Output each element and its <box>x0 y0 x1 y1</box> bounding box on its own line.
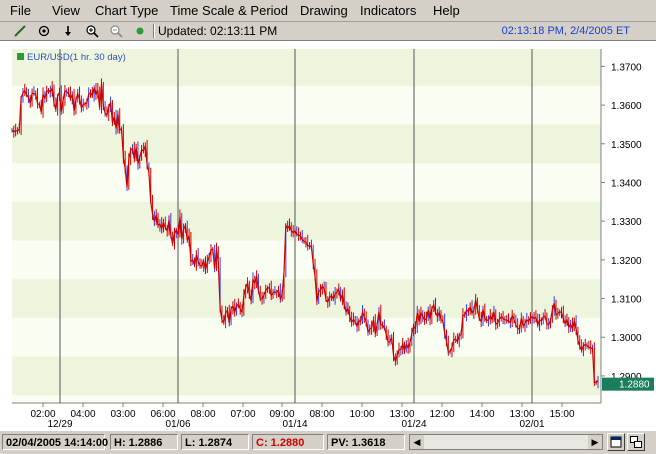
chart-area[interactable]: 12/29 01/06 01/14 01/24 02/01 02:00 04:00 03:00… <box>0 41 656 430</box>
y-tick-label: 1.3100 <box>611 295 642 306</box>
horizontal-scrollbar[interactable]: ◀ ▶ <box>409 434 603 450</box>
time-tick-label: 09:00 <box>269 409 294 420</box>
date-tick-label: 01/14 <box>282 419 307 430</box>
status-pv: PV: 1.3618 <box>327 434 405 450</box>
status-high: H: 1.2886 <box>110 434 178 450</box>
y-tick-label: 1.3600 <box>611 101 642 112</box>
clock-timestamp: 02:13:18 PM, 2/4/2005 ET <box>501 25 630 37</box>
time-tick-label: 08:00 <box>309 409 334 420</box>
zoom-in-icon[interactable] <box>84 23 100 39</box>
time-tick-label: 08:00 <box>190 409 215 420</box>
updated-time: Updated: 02:13:11 PM <box>158 24 278 38</box>
legend-swatch <box>17 53 24 60</box>
menu-view[interactable]: View <box>52 3 80 18</box>
status-close: C: 1.2880 <box>252 434 324 450</box>
scroll-left-icon[interactable]: ◀ <box>410 435 424 449</box>
price-chart[interactable]: 12/29 01/06 01/14 01/24 02/01 02:00 04:00 03:00… <box>0 41 656 430</box>
toolbar-separator <box>153 24 155 38</box>
menu-bar: File View Chart Type Time Scale & Period… <box>0 0 656 22</box>
last-price-label: 1.2880 <box>619 380 650 391</box>
y-tick-label: 1.3500 <box>611 140 642 151</box>
time-tick-label: 07:00 <box>230 409 255 420</box>
crosshair-icon[interactable] <box>36 23 52 39</box>
time-tick-label: 14:00 <box>469 409 494 420</box>
y-tick-label: 1.3200 <box>611 256 642 267</box>
toolbar: Updated: 02:13:11 PM 02:13:18 PM, 2/4/20… <box>0 22 656 41</box>
menu-help[interactable]: Help <box>433 3 460 18</box>
status-datetime: 02/04/2005 14:14:00 <box>2 434 108 450</box>
time-tick-label: 15:00 <box>549 409 574 420</box>
time-tick-label: 12:00 <box>429 409 454 420</box>
window-layout-icon[interactable] <box>607 433 625 451</box>
green-dot-icon[interactable] <box>132 23 148 39</box>
date-tick-label: 01/24 <box>401 419 426 430</box>
y-tick-label: 1.3000 <box>611 333 642 344</box>
date-tick-label: 01/06 <box>165 419 190 430</box>
scroll-right-icon[interactable]: ▶ <box>588 435 602 449</box>
draw-line-icon[interactable] <box>12 23 28 39</box>
y-tick-label: 1.3300 <box>611 217 642 228</box>
status-bar: 02/04/2005 14:14:00 H: 1.2886 L: 1.2874 … <box>0 430 656 454</box>
menu-drawing[interactable]: Drawing <box>300 3 348 18</box>
menu-indicators[interactable]: Indicators <box>360 3 416 18</box>
y-tick-label: 1.3700 <box>611 62 642 73</box>
menu-time-scale-period[interactable]: Time Scale & Period <box>170 3 288 18</box>
y-tick-label: 1.3400 <box>611 178 642 189</box>
tile-windows-icon[interactable] <box>627 433 645 451</box>
grid-band <box>12 201 601 241</box>
grid-band <box>12 356 601 396</box>
time-tick-label: 06:00 <box>150 409 175 420</box>
menu-file[interactable]: File <box>10 3 31 18</box>
zoom-out-icon[interactable] <box>108 23 124 39</box>
time-tick-label: 02:00 <box>30 409 55 420</box>
time-tick-label: 13:00 <box>389 409 414 420</box>
arrow-down-icon[interactable] <box>60 23 76 39</box>
time-tick-label: 13:00 <box>509 409 534 420</box>
legend-label: EUR/USD(1 hr. 30 day) <box>27 52 126 63</box>
status-low: L: 1.2874 <box>181 434 249 450</box>
time-tick-label: 10:00 <box>349 409 374 420</box>
date-tick-label: 12/29 <box>47 419 72 430</box>
grid-band <box>12 124 601 164</box>
date-tick-label: 02/01 <box>519 419 544 430</box>
time-tick-label: 04:00 <box>70 409 95 420</box>
time-tick-label: 03:00 <box>110 409 135 420</box>
menu-chart-type[interactable]: Chart Type <box>95 3 158 18</box>
